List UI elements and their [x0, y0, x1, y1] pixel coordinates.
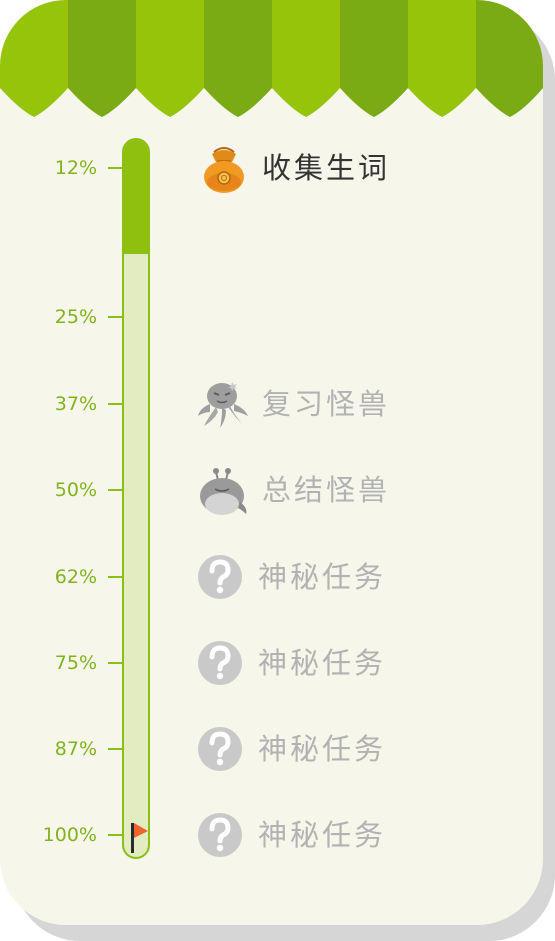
awning-stripe [68, 0, 136, 117]
question-mark-icon [192, 721, 248, 777]
awning-stripe [340, 0, 408, 117]
milestone-percent-label: 62% [54, 566, 97, 588]
milestone-percent-label: 100% [42, 824, 97, 846]
task-label: 神秘任务 [258, 560, 387, 594]
awning-stripe [136, 0, 204, 117]
question-mark-icon [192, 807, 248, 863]
task-progress-screen: 12% 25% 37% 50% 62% 75% 87% 100% 收集生词复习怪兽总结怪兽神秘… [0, 0, 555, 941]
milestone-percent-label: 87% [54, 738, 97, 760]
question-mark-icon [192, 635, 248, 691]
milestone-percent-label: 25% [54, 306, 97, 328]
milestone-percent-label: 50% [54, 479, 97, 501]
progress-fill [124, 140, 148, 254]
money-bag-icon [196, 140, 252, 196]
task-label: 神秘任务 [258, 732, 387, 766]
milestone-tick [108, 834, 122, 836]
milestone-percent-label: 12% [54, 157, 97, 179]
milestone-tick [108, 167, 122, 169]
awning-stripe [272, 0, 340, 117]
awning-stripe [476, 0, 543, 117]
awning-stripe [408, 0, 476, 117]
finish-flag-icon [131, 823, 148, 853]
progress-track [122, 138, 150, 859]
task-card [0, 0, 543, 925]
milestone-tick [108, 489, 122, 491]
question-mark-icon [192, 549, 248, 605]
task-label: 收集生词 [262, 151, 391, 185]
milestone-tick [108, 576, 122, 578]
milestone-percent-label: 37% [54, 393, 97, 415]
awning-stripe [204, 0, 272, 117]
milestone-tick [108, 662, 122, 664]
milestone-tick [108, 403, 122, 405]
task-label: 神秘任务 [258, 818, 387, 852]
octopus-monster-icon [194, 376, 250, 432]
awning-banner [0, 0, 543, 117]
milestone-tick [108, 748, 122, 750]
awning-stripe [0, 0, 68, 117]
task-label: 总结怪兽 [262, 473, 391, 507]
task-label: 复习怪兽 [262, 387, 391, 421]
milestone-percent-label: 75% [54, 652, 97, 674]
slug-monster-icon [194, 462, 250, 518]
task-label: 神秘任务 [258, 646, 387, 680]
milestone-tick [108, 316, 122, 318]
awning-stripes [0, 0, 543, 117]
